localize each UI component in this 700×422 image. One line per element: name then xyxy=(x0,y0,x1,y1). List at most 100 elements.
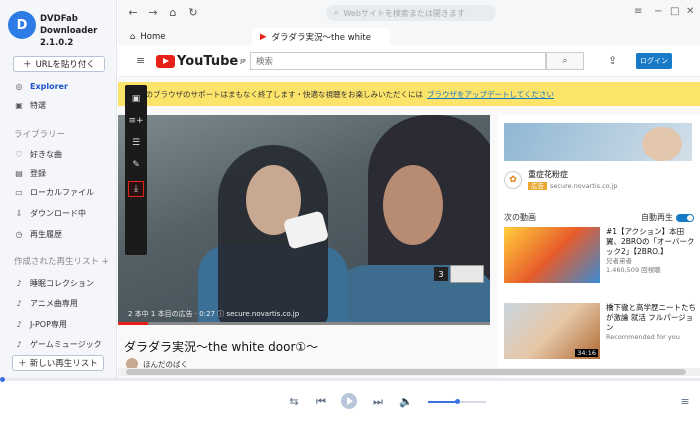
ad-thumbnail[interactable] xyxy=(450,265,484,283)
login-label: ログイン xyxy=(640,57,668,65)
upload-icon[interactable]: ⇪ xyxy=(608,54,617,67)
progress-handle[interactable] xyxy=(0,377,5,382)
sidebar-item-featured[interactable]: ▣ 特選 xyxy=(14,98,46,112)
download-icon[interactable]: ⤓ xyxy=(128,181,144,197)
banner-text: このブラウザのサポートはまもなく終了します・快適な視聴をお楽しみいただくには xyxy=(138,89,423,99)
related-sidebar: ✿ 重症花粉症 広告 secure.novartis.co.jp 次の動画 自動再生… xyxy=(498,115,700,378)
video-title: ダラダラ実況〜the white door①〜 xyxy=(124,340,319,354)
bookmark-icon: ▣ xyxy=(15,100,23,110)
sidebar-item-favorites[interactable]: ♡ 好きな曲 xyxy=(14,147,62,161)
youtube-logo[interactable]: YouTube JP xyxy=(156,54,246,69)
sidebar-item-history[interactable]: ◷ 再生履歴 xyxy=(14,227,63,241)
back-arrow-icon[interactable]: ← xyxy=(126,6,140,19)
playback-progress[interactable] xyxy=(0,377,700,382)
related-video[interactable]: #1【アクション】本田翼、2BROの「オーバークック2」【2BRO.】 兄者弟者… xyxy=(504,227,696,285)
video-progress-bar[interactable] xyxy=(118,322,490,325)
tab-youtube-video[interactable]: ▶ ダラダラ実況〜the white xyxy=(252,28,390,45)
sidebar-item-label: Explorer xyxy=(30,81,68,91)
related-video-views: Recommended for you xyxy=(606,333,680,341)
youtube-search-button[interactable]: ⌕ xyxy=(546,52,584,70)
video-player[interactable]: 3 2 本中 1 本目の広告 · 0:27 ⓘ secure.novartis.… xyxy=(118,115,490,325)
scrollbar-thumb[interactable] xyxy=(126,369,686,375)
youtube-icon: ▶ xyxy=(260,31,267,42)
queue-icon[interactable]: ☰ xyxy=(130,137,142,149)
paste-url-button[interactable]: ＋ URLを貼り付く xyxy=(13,56,105,72)
playlist-item[interactable]: ♪ ゲームミュージック xyxy=(14,337,102,351)
youtube-region: JP xyxy=(240,58,246,65)
minimize-icon[interactable]: − xyxy=(654,6,662,17)
browser-support-banner: このブラウザのサポートはまもなく終了します・快適な視聴をお楽しみいただくには ブラ… xyxy=(118,82,700,106)
tab-label: Home xyxy=(140,31,166,42)
next-icon[interactable]: ⏭ xyxy=(371,395,385,409)
banner-update-link[interactable]: ブラウザをアップデートしてください xyxy=(427,89,554,100)
login-button[interactable]: ログイン xyxy=(636,53,672,69)
volume-icon[interactable]: 🔈 xyxy=(399,395,413,408)
ad-count-badge: 3 xyxy=(434,267,448,281)
new-playlist-button[interactable]: ＋新しい再生リスト xyxy=(12,355,104,371)
youtube-header: ≡ YouTube JP 検索 ⌕ ⇪ ログイン xyxy=(118,45,700,77)
sidebar-item-label: 再生履歴 xyxy=(30,229,62,239)
sidebar-item-subscriptions[interactable]: ▤ 登録 xyxy=(14,166,46,180)
playlist-label: ゲームミュージック xyxy=(30,339,102,349)
plus-icon: ＋ xyxy=(18,359,27,369)
playlist-item[interactable]: ♪ J-POP専用 xyxy=(14,317,67,331)
youtube-search-input[interactable]: 検索 xyxy=(250,52,546,70)
paste-url-label: URLを貼り付く xyxy=(35,60,95,70)
related-video-title: #1【アクション】本田翼、2BROの「オーバークック2」【2BRO.】 xyxy=(606,227,695,256)
ad-url: secure.novartis.co.jp xyxy=(550,182,618,190)
video-thumbnail: 34:16 xyxy=(504,303,600,359)
playlists-section-label: 作成された再生リスト + xyxy=(14,257,109,267)
edit-icon[interactable]: ✎ xyxy=(130,159,142,171)
ad-image xyxy=(642,127,682,161)
playlist-label: 睡眠コレクション xyxy=(30,278,94,288)
music-icon[interactable]: ▣ xyxy=(130,93,142,105)
playlist-item[interactable]: ♪ 睡眠コレクション xyxy=(14,276,94,290)
app-name-text: DVDFab Downloader xyxy=(40,14,98,36)
horizontal-scrollbar[interactable] xyxy=(118,368,700,376)
ad-overlay-text: 2 本中 1 本目の広告 · 0:27 ⓘ secure.novartis.co… xyxy=(128,310,300,318)
toggle-switch xyxy=(676,213,694,222)
playlist-item[interactable]: ♪ アニメ曲専用 xyxy=(14,296,77,310)
menu-icon[interactable]: ≡ xyxy=(634,6,642,17)
tab-label: ダラダラ実況〜the white xyxy=(271,32,371,43)
volume-slider[interactable] xyxy=(428,399,486,404)
close-icon[interactable]: ✕ xyxy=(686,6,694,17)
up-next-label: 次の動画 xyxy=(504,213,536,222)
sidebar-item-downloading[interactable]: ⇩ ダウンロード中 xyxy=(14,206,86,220)
youtube-play-icon xyxy=(156,55,175,68)
video-thumbnail xyxy=(504,227,600,283)
app-version: 2.1.0.2 xyxy=(40,38,74,48)
maximize-icon[interactable]: □ xyxy=(670,6,679,17)
sidebar-item-local-files[interactable]: ▭ ローカルファイル xyxy=(14,185,94,199)
music-note-icon: ♪ xyxy=(16,319,22,329)
play-button[interactable] xyxy=(341,393,357,409)
previous-icon[interactable]: ⏮ xyxy=(314,395,328,409)
side-ad-banner[interactable] xyxy=(504,123,692,161)
refresh-icon[interactable]: ↻ xyxy=(186,6,200,19)
player-bar: ⇆ ⏮ ⏭ 🔈 ≡ xyxy=(0,377,700,422)
repeat-icon[interactable]: ⇆ xyxy=(287,395,301,408)
autoplay-toggle[interactable]: 自動再生 xyxy=(641,212,694,223)
music-note-icon: ♪ xyxy=(16,298,22,308)
tab-home[interactable]: ⌂ Home xyxy=(122,28,174,45)
search-icon: ⌕ xyxy=(334,8,339,17)
sidebar-item-explorer[interactable]: ◎ Explorer xyxy=(14,79,68,93)
home-icon[interactable]: ⌂ xyxy=(166,6,180,19)
playlist-label: J-POP専用 xyxy=(30,319,67,329)
web-content: ≡ YouTube JP 検索 ⌕ ⇪ ログイン このブラウザのサポートはまもなく… xyxy=(118,45,700,378)
app-name: DVDFab Downloader 2.1.0.2 xyxy=(40,13,116,49)
related-video[interactable]: 34:16 橋下徹と高学歴ニートたちが激論 就活 フルパージョン Recomme… xyxy=(504,303,696,361)
forward-arrow-icon[interactable]: → xyxy=(146,6,160,19)
side-ad-info[interactable]: ✿ 重症花粉症 広告 secure.novartis.co.jp xyxy=(504,165,692,195)
music-note-icon: ♪ xyxy=(16,278,22,288)
autoplay-label: 自動再生 xyxy=(641,213,673,222)
history-icon: ◷ xyxy=(15,229,23,239)
hamburger-icon[interactable]: ≡ xyxy=(136,54,145,67)
playlist-add-icon[interactable]: ≡+ xyxy=(128,115,143,127)
sidebar-item-label: 特選 xyxy=(30,100,46,110)
up-next-header: 次の動画 自動再生 xyxy=(504,212,694,223)
address-bar[interactable]: ⌕ Webサイトを検索または開きます xyxy=(326,5,496,21)
playlist-queue-icon[interactable]: ≡ xyxy=(678,395,692,408)
heart-icon: ♡ xyxy=(15,149,23,159)
video-duration: 34:16 xyxy=(575,349,598,357)
